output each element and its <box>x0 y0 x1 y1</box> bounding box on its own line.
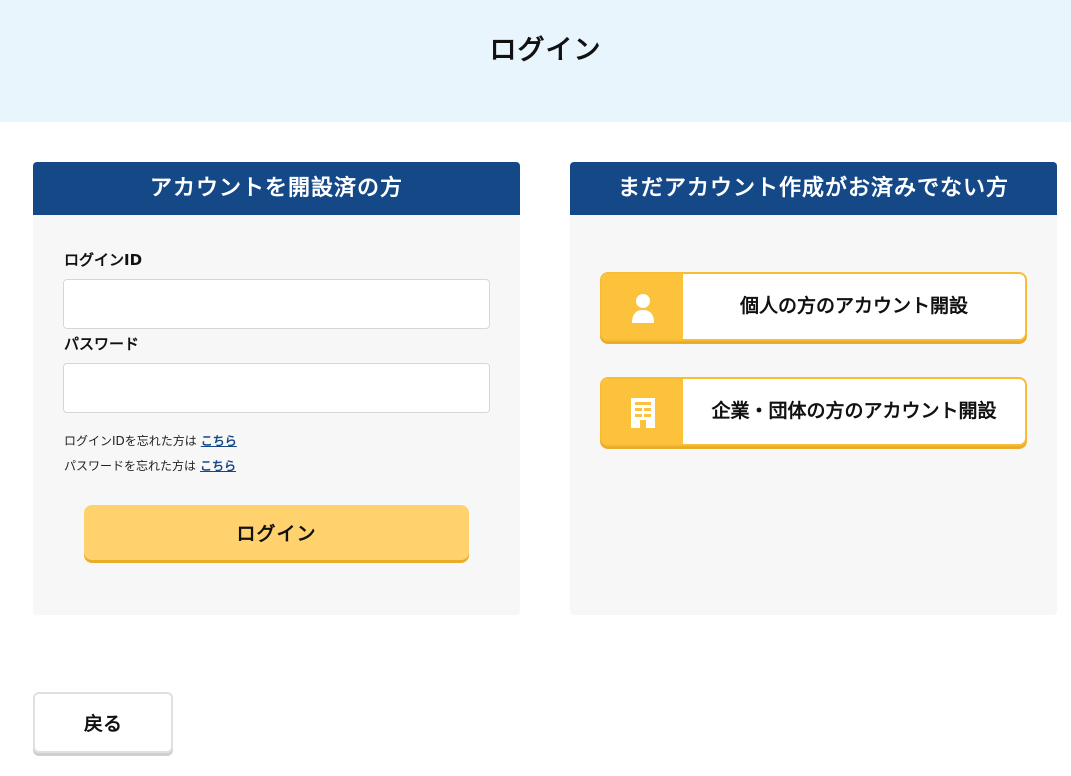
corporate-signup-label: 企業・団体の方のアカウント開設 <box>711 400 997 422</box>
corporate-signup-button[interactable]: 企業・団体の方のアカウント開設 <box>600 377 1027 446</box>
login-panel-heading: アカウントを開設済の方 <box>33 162 520 215</box>
login-id-label: ログインID <box>64 251 143 269</box>
login-button[interactable]: ログイン <box>84 505 469 560</box>
forgot-password-text: パスワードを忘れた方は <box>64 459 197 473</box>
building-icon <box>631 398 655 428</box>
corporate-icon-box <box>602 379 683 444</box>
forgot-login-id-row: ログインIDを忘れた方は こちら <box>64 432 237 449</box>
forgot-password-link[interactable]: こちら <box>200 459 236 473</box>
forgot-login-id-text: ログインIDを忘れた方は <box>64 434 197 448</box>
login-id-input[interactable] <box>63 279 490 329</box>
login-panel: アカウントを開設済の方 ログインID パスワード ログインIDを忘れた方は こちら… <box>33 162 520 615</box>
person-icon <box>632 294 654 323</box>
back-button[interactable]: 戻る <box>33 692 173 753</box>
password-input[interactable] <box>63 363 490 413</box>
personal-signup-label: 個人の方のアカウント開設 <box>739 295 968 317</box>
password-label: パスワード <box>64 335 140 353</box>
forgot-password-row: パスワードを忘れた方は こちら <box>64 457 236 474</box>
personal-signup-button[interactable]: 個人の方のアカウント開設 <box>600 272 1027 341</box>
page-title: ログイン <box>489 35 602 66</box>
signup-panel-heading: まだアカウント作成がお済みでない方 <box>570 162 1057 215</box>
forgot-login-id-link[interactable]: こちら <box>201 434 237 448</box>
signup-panel: まだアカウント作成がお済みでない方 個人の方のアカウント開設 企業・団体の方のア… <box>570 162 1057 615</box>
page-header: ログイン <box>0 0 1071 122</box>
personal-icon-box <box>602 274 683 339</box>
